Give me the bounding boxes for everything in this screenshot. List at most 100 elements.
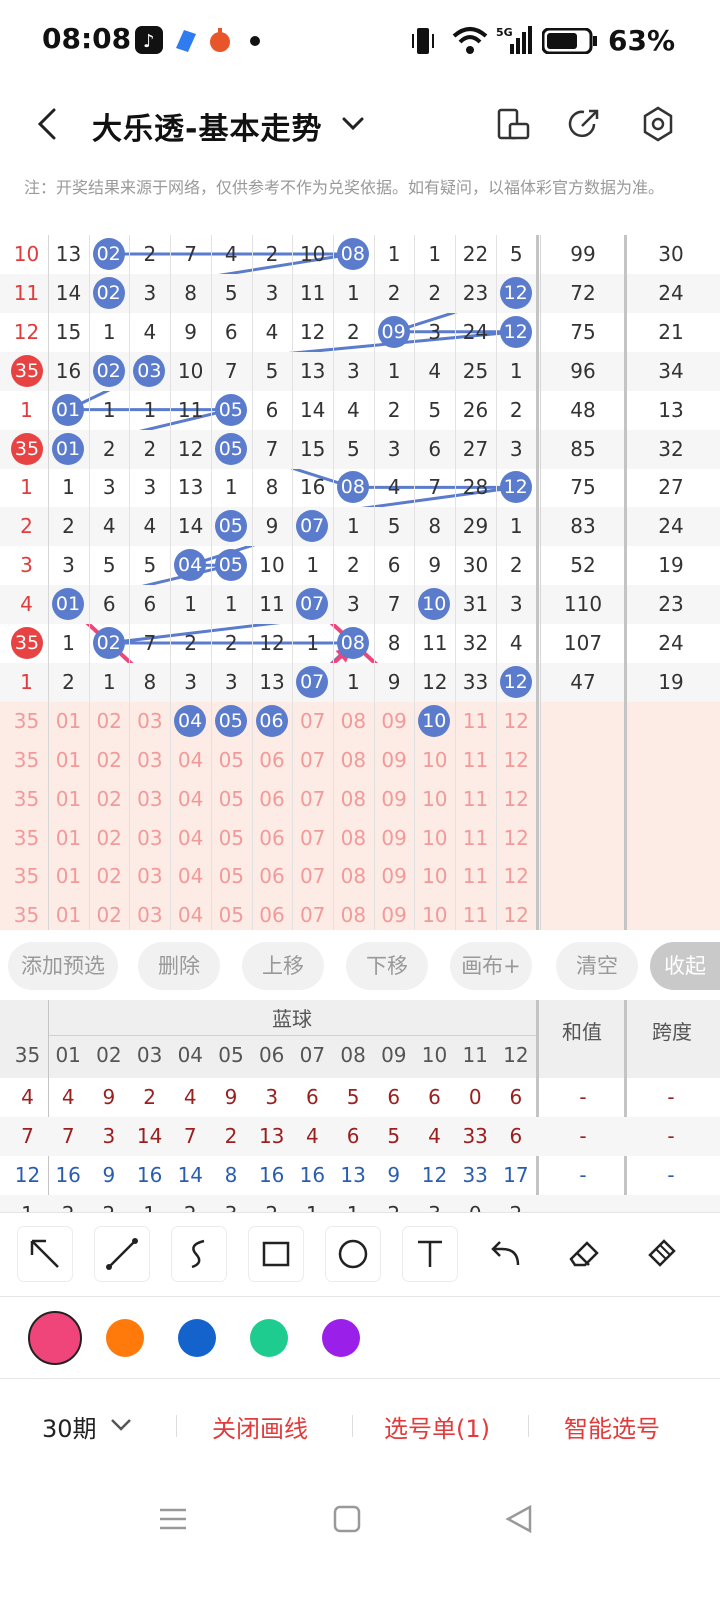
pick-number[interactable]: 06 <box>252 857 293 896</box>
undo-icon[interactable] <box>480 1227 534 1281</box>
pick-number[interactable]: 02 <box>89 780 130 819</box>
pick-number[interactable]: 02 <box>89 857 130 896</box>
pick-number[interactable]: 09 <box>374 896 415 930</box>
pick-number[interactable]: 06 <box>252 896 293 930</box>
settings-icon[interactable] <box>638 102 678 146</box>
pick-number[interactable]: 11 <box>455 819 496 858</box>
pick-number[interactable]: 04 <box>170 896 211 930</box>
clear-button[interactable]: 清空 <box>556 942 638 990</box>
pick-number[interactable]: 08 <box>333 741 374 780</box>
pick-number[interactable]: 07 <box>292 741 333 780</box>
pick-number[interactable]: 07 <box>292 819 333 858</box>
add-preselect-button[interactable]: 添加预选 <box>8 942 118 990</box>
pick-number[interactable]: 08 <box>333 702 374 741</box>
pick-number[interactable]: 07 <box>292 857 333 896</box>
move-up-button[interactable]: 上移 <box>242 942 324 990</box>
pick-number[interactable]: 08 <box>333 819 374 858</box>
pick-number[interactable]: 06 <box>252 780 293 819</box>
pick-number[interactable]: 01 <box>48 857 89 896</box>
pick-number[interactable]: 11 <box>455 896 496 930</box>
trend-chart[interactable]: 10 13 02 2 7 4 2 10 08 1 1 22 5 99 30 11 14 02 3 8 5 3 11 1 2 2 23… <box>0 235 720 930</box>
pick-number[interactable]: 01 <box>48 741 89 780</box>
pick-number[interactable]: 10 <box>414 780 455 819</box>
smart-pick-button[interactable]: 智能选号 <box>564 1409 660 1444</box>
picked-ball[interactable]: 05 <box>214 704 247 737</box>
color-swatch-orange[interactable] <box>106 1319 144 1357</box>
pick-number[interactable]: 11 <box>455 780 496 819</box>
pick-number[interactable]: 07 <box>292 702 333 741</box>
pick-number[interactable]: 05 <box>211 896 252 930</box>
pick-number[interactable]: 02 <box>89 702 130 741</box>
pick-number[interactable]: 12 <box>496 702 537 741</box>
pick-number[interactable]: 03 <box>129 857 170 896</box>
back-arrow-icon[interactable] <box>28 102 68 146</box>
pick-number[interactable]: 06 <box>252 741 293 780</box>
pick-number[interactable]: 05 <box>211 780 252 819</box>
pick-number[interactable]: 01 <box>48 702 89 741</box>
pick-number[interactable]: 08 <box>333 780 374 819</box>
clear-canvas-icon[interactable] <box>634 1227 688 1281</box>
pick-number[interactable]: 02 <box>89 819 130 858</box>
picked-ball[interactable]: 04 <box>174 704 207 737</box>
move-down-button[interactable]: 下移 <box>346 942 428 990</box>
pick-number[interactable]: 12 <box>496 819 537 858</box>
close-drawing-button[interactable]: 关闭画线 <box>212 1409 308 1444</box>
picked-ball[interactable]: 06 <box>255 704 288 737</box>
pick-number[interactable]: 11 <box>455 741 496 780</box>
pick-number[interactable]: 03 <box>129 780 170 819</box>
menu-icon[interactable] <box>156 1502 190 1536</box>
pick-number[interactable]: 07 <box>292 780 333 819</box>
pick-number[interactable]: 04 <box>170 819 211 858</box>
pick-number[interactable]: 06 <box>252 819 293 858</box>
pick-number[interactable]: 11 <box>455 857 496 896</box>
color-swatch-green[interactable] <box>250 1319 288 1357</box>
pick-number[interactable]: 03 <box>129 741 170 780</box>
page-title[interactable]: 大乐透-基本走势 <box>92 104 322 148</box>
rotate-screen-icon[interactable] <box>494 102 534 146</box>
chevron-down-icon[interactable] <box>108 1415 134 1435</box>
pick-number[interactable]: 10 <box>414 741 455 780</box>
picked-ball[interactable]: 10 <box>418 704 451 737</box>
back-icon[interactable] <box>502 1502 536 1536</box>
eraser-icon[interactable] <box>557 1227 611 1281</box>
share-icon[interactable] <box>564 102 604 146</box>
pick-list-button[interactable]: 选号单(1) <box>384 1409 490 1444</box>
pick-number[interactable]: 01 <box>48 896 89 930</box>
pick-number[interactable]: 12 <box>496 780 537 819</box>
pick-number[interactable]: 02 <box>89 896 130 930</box>
pick-number[interactable]: 10 <box>414 819 455 858</box>
pick-number[interactable]: 04 <box>170 741 211 780</box>
pick-number[interactable]: 04 <box>170 780 211 819</box>
pick-number[interactable]: 04 <box>170 857 211 896</box>
pick-number[interactable]: 09 <box>374 780 415 819</box>
pick-number[interactable]: 03 <box>129 819 170 858</box>
pick-number[interactable]: 12 <box>496 741 537 780</box>
pick-number[interactable]: 10 <box>414 896 455 930</box>
text-tool-icon[interactable] <box>403 1227 457 1281</box>
collapse-button[interactable]: 收起 <box>650 942 720 990</box>
freehand-tool-icon[interactable] <box>172 1227 226 1281</box>
arrow-tool-icon[interactable] <box>18 1227 72 1281</box>
color-swatch-purple[interactable] <box>322 1319 360 1357</box>
pick-number[interactable]: 08 <box>333 896 374 930</box>
delete-button[interactable]: 删除 <box>138 942 220 990</box>
pick-number[interactable]: 03 <box>129 896 170 930</box>
pick-number[interactable]: 05 <box>211 741 252 780</box>
pick-number[interactable]: 08 <box>333 857 374 896</box>
pick-number[interactable]: 07 <box>292 896 333 930</box>
color-swatch-pink[interactable] <box>28 1311 82 1365</box>
pick-number[interactable]: 01 <box>48 819 89 858</box>
pick-number[interactable]: 05 <box>211 857 252 896</box>
pick-number[interactable]: 12 <box>496 896 537 930</box>
color-swatch-blue[interactable] <box>178 1319 216 1357</box>
pick-number[interactable]: 09 <box>374 741 415 780</box>
pick-number[interactable]: 12 <box>496 857 537 896</box>
pick-number[interactable]: 10 <box>414 857 455 896</box>
line-tool-icon[interactable] <box>95 1227 149 1281</box>
pick-number[interactable]: 09 <box>374 702 415 741</box>
pick-number[interactable]: 03 <box>129 702 170 741</box>
pick-number[interactable]: 11 <box>455 702 496 741</box>
circle-tool-icon[interactable] <box>326 1227 380 1281</box>
chevron-down-icon[interactable] <box>340 110 366 136</box>
pick-number[interactable]: 02 <box>89 741 130 780</box>
